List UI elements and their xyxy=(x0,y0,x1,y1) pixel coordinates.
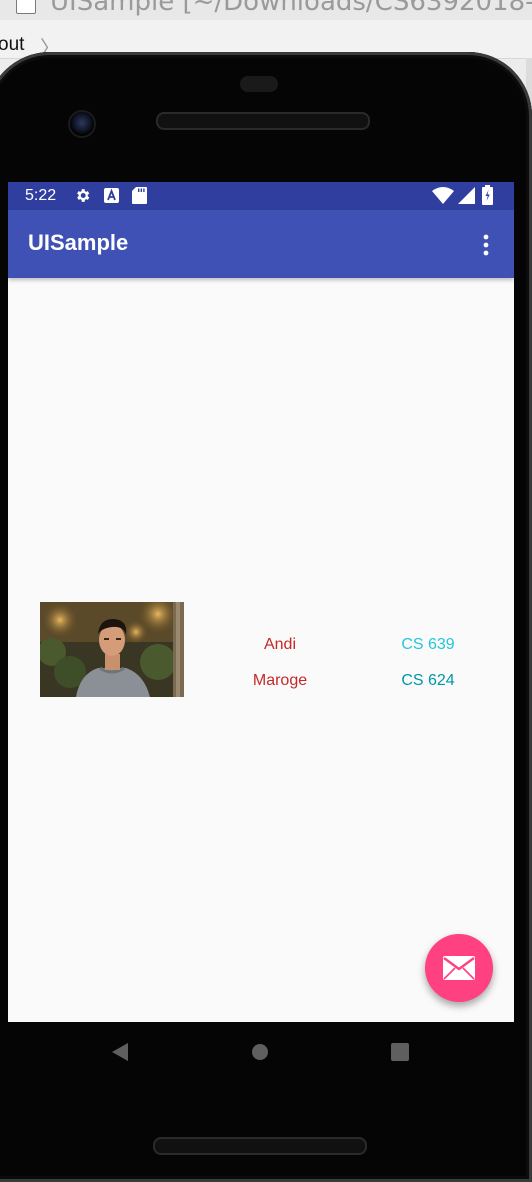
status-time: 5:22 xyxy=(25,187,57,204)
more-vert-icon[interactable] xyxy=(478,234,494,256)
back-icon[interactable] xyxy=(110,1042,130,1062)
gear-icon xyxy=(77,189,90,202)
earpiece-speaker xyxy=(156,112,370,130)
wifi-icon xyxy=(432,187,454,204)
front-camera-icon xyxy=(68,110,96,138)
sensor-notch xyxy=(240,76,278,92)
name-label-2: Maroge xyxy=(252,672,308,689)
mail-icon xyxy=(443,956,475,980)
navigation-bar xyxy=(0,1022,532,1082)
battery-icon xyxy=(482,185,493,205)
a-icon xyxy=(104,188,119,203)
course-label-2: CS 624 xyxy=(401,672,455,689)
app-bar: UISample xyxy=(8,210,514,278)
recents-icon[interactable] xyxy=(391,1043,409,1061)
breadcrumb-item[interactable]: out xyxy=(0,34,24,56)
app-title: UISample xyxy=(28,230,129,255)
status-bar: 5:22 xyxy=(8,182,514,210)
home-icon[interactable] xyxy=(251,1043,269,1061)
host-window-title: UISample [~/Downloads/CS6392018-m xyxy=(50,0,532,17)
sdcard-icon xyxy=(132,187,147,204)
name-label-1: Andi xyxy=(263,636,297,653)
signal-icon xyxy=(458,187,475,204)
file-icon xyxy=(16,0,36,14)
device-screen: 5:22 UISample Andi Maroge CS 639 CS 624 xyxy=(8,182,514,1022)
person-photo xyxy=(40,602,184,697)
email-fab-button[interactable] xyxy=(425,934,493,1002)
host-window-titlebar: UISample [~/Downloads/CS6392018-m xyxy=(0,0,532,20)
course-label-1: CS 639 xyxy=(401,636,455,653)
bottom-speaker xyxy=(153,1137,367,1155)
